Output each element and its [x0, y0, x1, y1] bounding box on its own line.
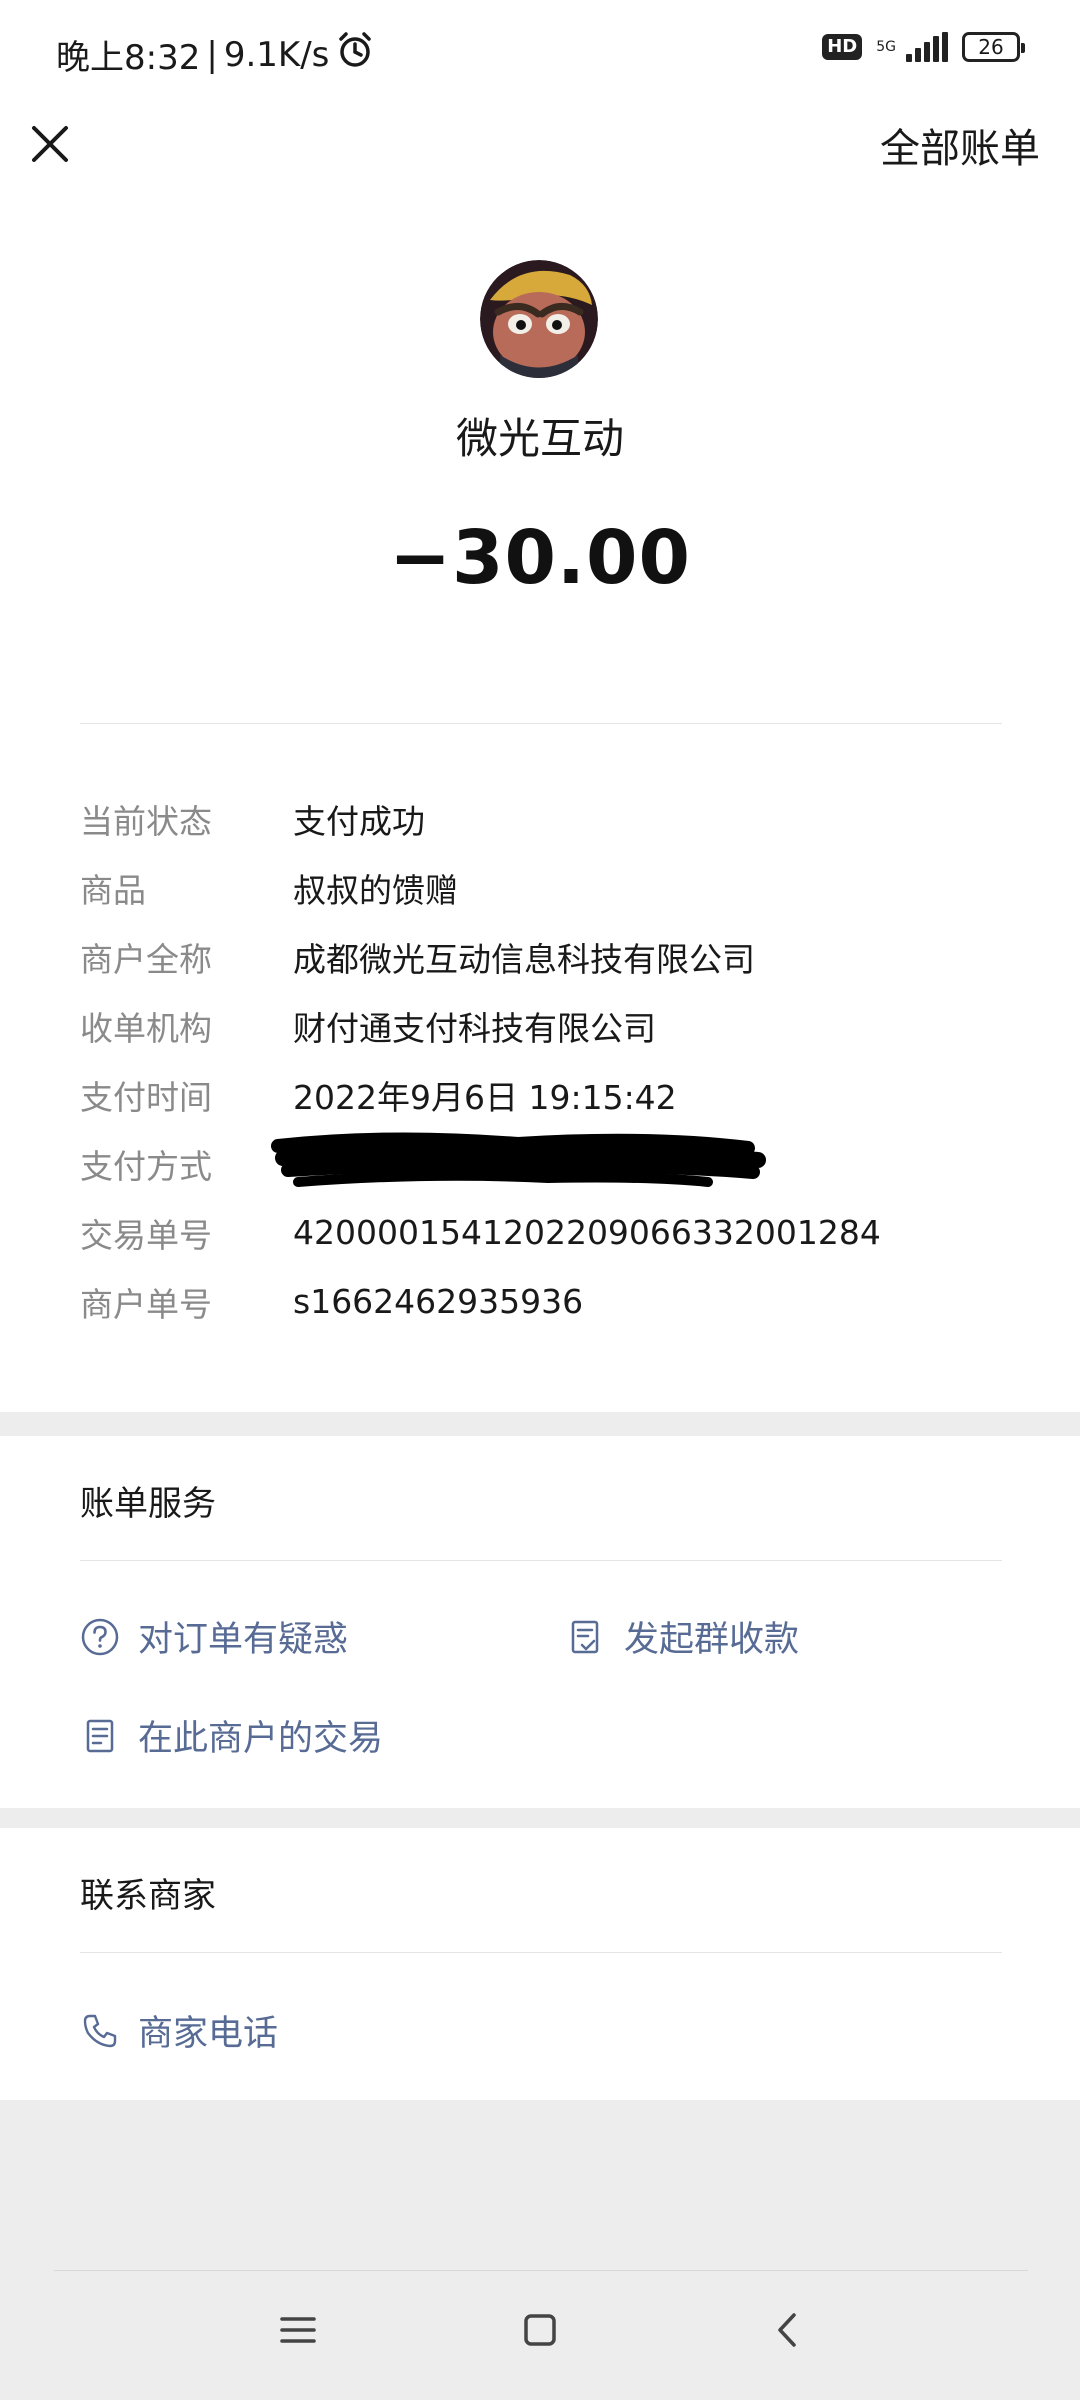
contact-merchant-section: 联系商家 商家电话 [0, 1828, 1080, 2100]
order-question-button[interactable]: 对订单有疑惑 [80, 1611, 348, 1662]
navigation-bar: 全部账单 [0, 110, 1080, 200]
detail-label: 商户全称 [80, 939, 212, 979]
phone-icon [80, 2011, 120, 2051]
status-bar: 晚上8:32 | 9.1K/s HD 5G 26 [0, 0, 1080, 110]
hd-badge: HD [822, 34, 863, 60]
merchant-phone-button[interactable]: 商家电话 [80, 2005, 278, 2056]
detail-value: s1662462935936 [293, 1282, 584, 1321]
detail-label: 当前状态 [80, 801, 212, 841]
detail-label: 支付时间 [80, 1077, 212, 1117]
detail-value: 4200001541202209066332001284 [293, 1213, 881, 1252]
detail-row-status: 当前状态 支付成功 [80, 784, 1000, 853]
home-icon[interactable] [520, 2310, 560, 2354]
detail-row-transaction-id: 交易单号 4200001541202209066332001284 [80, 1198, 1000, 1267]
detail-row-acquirer: 收单机构 财付通支付科技有限公司 [80, 991, 1000, 1060]
detail-value: 支付成功 [293, 801, 425, 841]
divider [80, 723, 1002, 724]
status-network-speed: 9.1K/s [223, 34, 330, 75]
action-label: 在此商户的交易 [138, 1719, 384, 1759]
close-icon[interactable] [22, 116, 78, 172]
detail-label: 收单机构 [80, 1008, 212, 1048]
signal-icon [906, 32, 948, 62]
battery-level: 26 [978, 35, 1004, 59]
merchant-name: 微光互动 [455, 414, 624, 463]
detail-label: 支付方式 [80, 1146, 212, 1186]
detail-label: 商户单号 [80, 1284, 212, 1324]
detail-row-merchant-order-id: 商户单号 s1662462935936 [80, 1267, 1000, 1336]
network-type: 5G [876, 39, 896, 55]
merchant-transactions-button[interactable]: 在此商户的交易 [80, 1710, 383, 1761]
bill-service-section: 账单服务 对订单有疑惑 发起群收款 在此商户的交易 [0, 1436, 1080, 1808]
group-collect-button[interactable]: 发起群收款 [566, 1611, 799, 1662]
status-left: 晚上8:32 | 9.1K/s [56, 30, 375, 79]
payment-amount: −30.00 [388, 515, 692, 601]
status-time: 晚上8:32 [56, 38, 201, 78]
merchant-avatar [480, 260, 598, 378]
menu-icon[interactable] [278, 2310, 318, 2354]
detail-value: 叔叔的馈赠 [293, 870, 458, 910]
system-navigation-bar [0, 2300, 1080, 2380]
detail-value: 成都微光互动信息科技有限公司 [293, 939, 755, 979]
group-collect-icon [566, 1617, 606, 1657]
contact-merchant-title: 联系商家 [80, 1876, 216, 1916]
detail-row-merchant-full-name: 商户全称 成都微光互动信息科技有限公司 [80, 922, 1000, 991]
detail-row-payment-method: 支付方式 [80, 1129, 1000, 1198]
detail-label: 商品 [80, 870, 146, 910]
redacted-scribble [271, 1131, 793, 1194]
detail-row-product: 商品 叔叔的馈赠 [80, 853, 1000, 922]
back-icon[interactable] [768, 2310, 808, 2354]
divider [80, 1560, 1002, 1561]
detail-value: 2022年9月6日 19:15:42 [293, 1077, 677, 1117]
action-label: 对订单有疑惑 [138, 1620, 349, 1660]
status-separator: | [206, 34, 218, 75]
action-label: 商家电话 [138, 2014, 279, 2054]
all-bills-link[interactable]: 全部账单 [880, 116, 1040, 174]
question-circle-icon [80, 1617, 120, 1657]
bill-details-list: 当前状态 支付成功 商品 叔叔的馈赠 商户全称 成都微光互动信息科技有限公司 收… [80, 784, 1000, 1336]
detail-value: 财付通支付科技有限公司 [293, 1008, 656, 1048]
battery-icon: 26 [962, 32, 1025, 62]
bill-service-title: 账单服务 [80, 1484, 216, 1524]
divider [80, 1952, 1002, 1953]
action-label: 发起群收款 [624, 1620, 800, 1660]
detail-row-payment-time: 支付时间 2022年9月6日 19:15:42 [80, 1060, 1000, 1129]
alarm-icon [335, 30, 375, 79]
status-right: HD 5G 26 [822, 32, 1025, 62]
detail-label: 交易单号 [80, 1215, 212, 1255]
receipt-icon [80, 1716, 120, 1756]
nav-bar-divider [54, 2270, 1028, 2271]
